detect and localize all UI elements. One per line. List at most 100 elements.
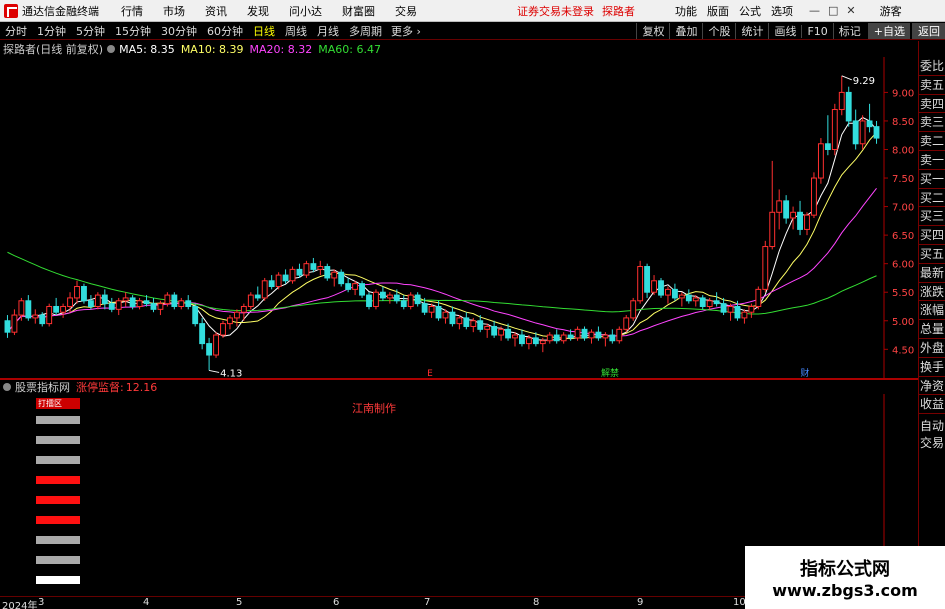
side-item[interactable]: 总量 — [919, 320, 945, 339]
candle-body[interactable] — [498, 328, 505, 336]
close-icon[interactable]: ✕ — [846, 4, 855, 17]
candle-body[interactable] — [115, 300, 122, 310]
candle-body[interactable] — [783, 200, 790, 219]
candle-body[interactable] — [317, 266, 324, 270]
candle-body[interactable] — [859, 120, 866, 145]
period-fenshi[interactable]: 分时 — [0, 23, 32, 39]
candle-body[interactable] — [275, 274, 282, 288]
candle-body[interactable] — [505, 328, 511, 339]
candle-body[interactable] — [240, 305, 247, 313]
candle-body[interactable] — [74, 286, 80, 299]
candle-body[interactable] — [81, 286, 87, 302]
candle-body[interactable] — [428, 305, 435, 313]
menu-zixun[interactable]: 资讯 — [205, 3, 227, 19]
candle-body[interactable] — [567, 334, 574, 339]
side-item[interactable]: 买三 — [919, 207, 945, 227]
side-item[interactable]: 收益 — [919, 395, 945, 415]
candle-body[interactable] — [157, 303, 164, 310]
candle-body[interactable] — [845, 91, 852, 122]
side-item[interactable]: 买四 — [919, 226, 945, 245]
candle-body[interactable] — [373, 291, 379, 307]
candle-body[interactable] — [393, 294, 400, 302]
side-item[interactable]: 最新 — [919, 264, 945, 283]
candle-body[interactable] — [206, 343, 213, 356]
candle-body[interactable] — [303, 263, 310, 276]
candle-body[interactable] — [282, 274, 289, 282]
candle-body[interactable] — [491, 325, 498, 336]
candle-body[interactable] — [164, 294, 171, 305]
auto-trade-button[interactable]: 交易 — [919, 435, 945, 452]
menu-xuanxiang[interactable]: 选项 — [771, 3, 793, 19]
candle-body[interactable] — [651, 280, 657, 293]
candle-body[interactable] — [727, 305, 734, 313]
period-1min[interactable]: 1分钟 — [32, 23, 71, 39]
candle-body[interactable] — [171, 294, 178, 307]
candle-body[interactable] — [748, 305, 755, 313]
candle-body[interactable] — [838, 91, 845, 111]
auto-trade-button[interactable]: 自动 — [919, 418, 945, 435]
side-item[interactable]: 买一 — [919, 170, 945, 189]
menu-faxian[interactable]: 发现 — [247, 3, 269, 19]
candle-body[interactable] — [602, 334, 609, 339]
candle-body[interactable] — [247, 294, 254, 307]
candle-body[interactable] — [449, 311, 456, 325]
candle-body[interactable] — [824, 143, 831, 150]
menu-gongshi[interactable]: 公式 — [739, 3, 761, 19]
candle-body[interactable] — [512, 334, 518, 339]
period-30min[interactable]: 30分钟 — [156, 23, 202, 39]
candle-body[interactable] — [46, 305, 53, 325]
candle-body[interactable] — [227, 317, 233, 325]
candle-body[interactable] — [734, 305, 741, 319]
candle-body[interactable] — [713, 300, 720, 305]
tool-gegu[interactable]: 个股 — [702, 23, 735, 39]
candle-body[interactable] — [60, 305, 67, 313]
period-5min[interactable]: 5分钟 — [71, 23, 110, 39]
username[interactable]: 探路者 — [602, 3, 635, 19]
candle-body[interactable] — [581, 328, 588, 339]
indicator-settings-icon[interactable] — [3, 383, 11, 391]
menu-jiaoyi[interactable]: 交易 — [395, 3, 417, 19]
candle-body[interactable] — [192, 305, 199, 325]
candle-body[interactable] — [289, 268, 296, 282]
tool-f10[interactable]: F10 — [801, 24, 832, 38]
candle-body[interactable] — [254, 294, 261, 299]
candle-body[interactable] — [644, 266, 651, 293]
candle-body[interactable] — [435, 305, 442, 319]
menu-wenxiaoda[interactable]: 问小达 — [289, 3, 322, 19]
candle-body[interactable] — [630, 300, 637, 319]
candle-body[interactable] — [11, 314, 18, 333]
candle-body[interactable] — [386, 294, 393, 299]
period-daily[interactable]: 日线 — [248, 23, 280, 39]
candle-body[interactable] — [553, 334, 560, 342]
candle-body[interactable] — [658, 280, 664, 296]
period-weekly[interactable]: 周线 — [280, 23, 312, 39]
candle-body[interactable] — [678, 294, 685, 299]
candle-body[interactable] — [588, 331, 595, 339]
period-60min[interactable]: 60分钟 — [202, 23, 248, 39]
minimize-icon[interactable]: — — [809, 4, 820, 17]
candle-body[interactable] — [741, 311, 748, 319]
candle-body[interactable] — [519, 334, 525, 345]
candle-body[interactable] — [185, 300, 192, 307]
side-item[interactable]: 卖五 — [919, 76, 945, 95]
candle-body[interactable] — [755, 288, 762, 307]
candle-body[interactable] — [400, 300, 407, 307]
side-item[interactable]: 卖三 — [919, 113, 945, 133]
candle-body[interactable] — [685, 294, 692, 302]
candle-body[interactable] — [699, 297, 706, 307]
candle-body[interactable] — [32, 314, 39, 319]
candle-body[interactable] — [87, 300, 94, 307]
candle-body[interactable] — [178, 300, 185, 307]
side-item[interactable]: 外盘 — [919, 339, 945, 358]
tool-fuquan[interactable]: 复权 — [636, 23, 669, 39]
menu-caifuquan[interactable]: 财富圈 — [342, 3, 375, 19]
candle-body[interactable] — [831, 109, 838, 150]
tool-diejia[interactable]: 叠加 — [669, 23, 702, 39]
candle-body[interactable] — [345, 283, 352, 290]
candle-body[interactable] — [720, 303, 727, 313]
add-watchlist-button[interactable]: +自选 — [867, 23, 910, 39]
candle-body[interactable] — [67, 297, 73, 307]
candle-body[interactable] — [804, 214, 810, 230]
candle-body[interactable] — [324, 266, 331, 279]
tool-huaxian[interactable]: 画线 — [768, 23, 801, 39]
